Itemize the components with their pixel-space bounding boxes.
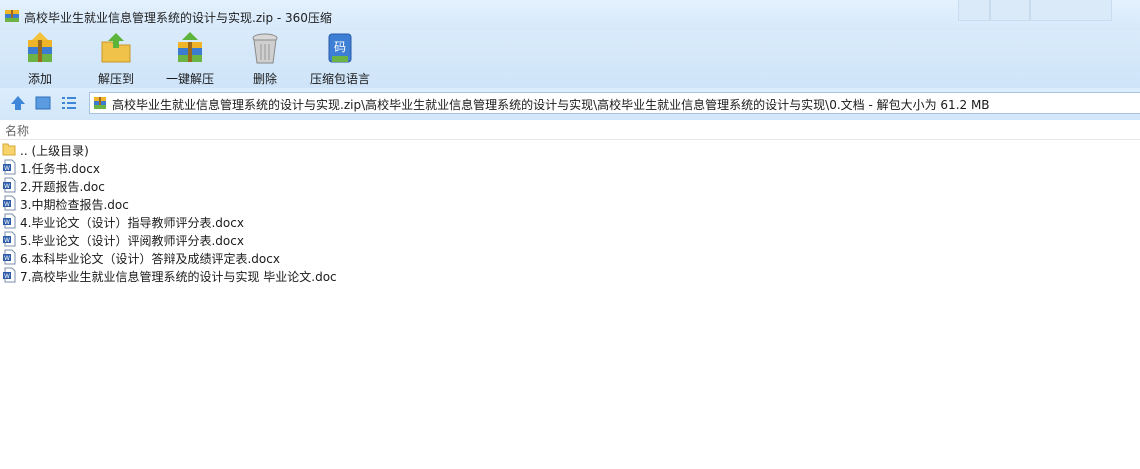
svg-text:W: W [4,219,10,226]
window-title: 高校毕业生就业信息管理系统的设计与实现.zip - 360压缩 [24,11,332,25]
svg-text:W: W [4,237,10,244]
delete-icon [252,33,278,64]
delete-button-label: 删除 [252,72,277,86]
word-document-icon: W [3,213,16,229]
svg-text:W: W [4,165,10,172]
file-name: .. (上级目录) [20,144,89,158]
word-document-icon: W [3,249,16,265]
add-button[interactable]: 添加 [14,30,66,88]
word-document-icon: W [3,267,16,283]
archive-icon [94,97,106,109]
archive-language-icon: 码 [328,33,352,63]
file-name: 3.中期检查报告.doc [20,198,129,212]
list-item[interactable]: W 4.毕业论文（设计）指导教师评分表.docx [0,212,600,230]
extract-to-icon [101,33,131,63]
extract-to-button-label: 解压到 [97,72,134,86]
app-archive-icon [5,10,19,22]
file-name: 6.本科毕业论文（设计）答辩及成绩评定表.docx [20,252,280,266]
address-bar[interactable]: 高校毕业生就业信息管理系统的设计与实现.zip\高校毕业生就业信息管理系统的设计… [89,92,1140,114]
list-item[interactable]: W 3.中期检查报告.doc [0,194,600,212]
add-archive-icon [28,32,52,62]
one-click-extract-button-label: 一键解压 [165,72,214,86]
svg-text:码: 码 [334,40,346,54]
file-name: 2.开题报告.doc [20,180,105,194]
column-name[interactable]: 名称 [5,122,29,139]
svg-text:W: W [4,183,10,190]
thumbnail-view-icon[interactable] [34,94,52,112]
word-document-icon: W [3,231,16,247]
list-view-icon[interactable] [60,94,78,112]
delete-button[interactable]: 删除 [240,30,290,88]
column-header: 名称 [0,120,1140,140]
svg-text:W: W [4,255,10,262]
one-click-extract-icon [178,32,202,62]
address-path: 高校毕业生就业信息管理系统的设计与实现.zip\高校毕业生就业信息管理系统的设计… [112,98,990,112]
up-arrow-icon[interactable] [9,94,27,112]
file-name: 5.毕业论文（设计）评阅教师评分表.docx [20,234,244,248]
svg-text:W: W [4,273,10,280]
word-document-icon: W [3,159,16,175]
add-button-label: 添加 [27,72,52,86]
list-item[interactable]: W 5.毕业论文（设计）评阅教师评分表.docx [0,230,600,248]
title-bar: 高校毕业生就业信息管理系统的设计与实现.zip - 360压缩 [0,0,1140,30]
list-item[interactable]: W 6.本科毕业论文（设计）答辩及成绩评定表.docx [0,248,600,266]
extract-to-button[interactable]: 解压到 [88,30,144,88]
list-item[interactable]: W 7.高校毕业生就业信息管理系统的设计与实现 毕业论文.doc [0,266,600,284]
archive-language-button[interactable]: 码 压缩包语言 [306,30,374,88]
archive-language-button-label: 压缩包语言 [309,72,370,86]
svg-text:W: W [4,201,10,208]
list-item[interactable]: W 2.开题报告.doc [0,176,600,194]
file-name: 4.毕业论文（设计）指导教师评分表.docx [20,216,244,230]
word-document-icon: W [3,177,16,193]
list-item[interactable]: W 1.任务书.docx [0,158,600,176]
word-document-icon: W [3,195,16,211]
file-name: 7.高校毕业生就业信息管理系统的设计与实现 毕业论文.doc [20,270,337,284]
close-button[interactable] [1030,0,1112,21]
folder-icon [2,143,16,156]
minimize-button[interactable] [958,0,990,21]
maximize-button[interactable] [990,0,1030,21]
file-name: 1.任务书.docx [20,162,100,176]
list-item-parent-folder[interactable]: .. (上级目录) [0,140,600,158]
one-click-extract-button[interactable]: 一键解压 [160,30,220,88]
toolbar: 添加 解压到 一键解压 删除 码 压缩包语言 [0,30,1140,88]
